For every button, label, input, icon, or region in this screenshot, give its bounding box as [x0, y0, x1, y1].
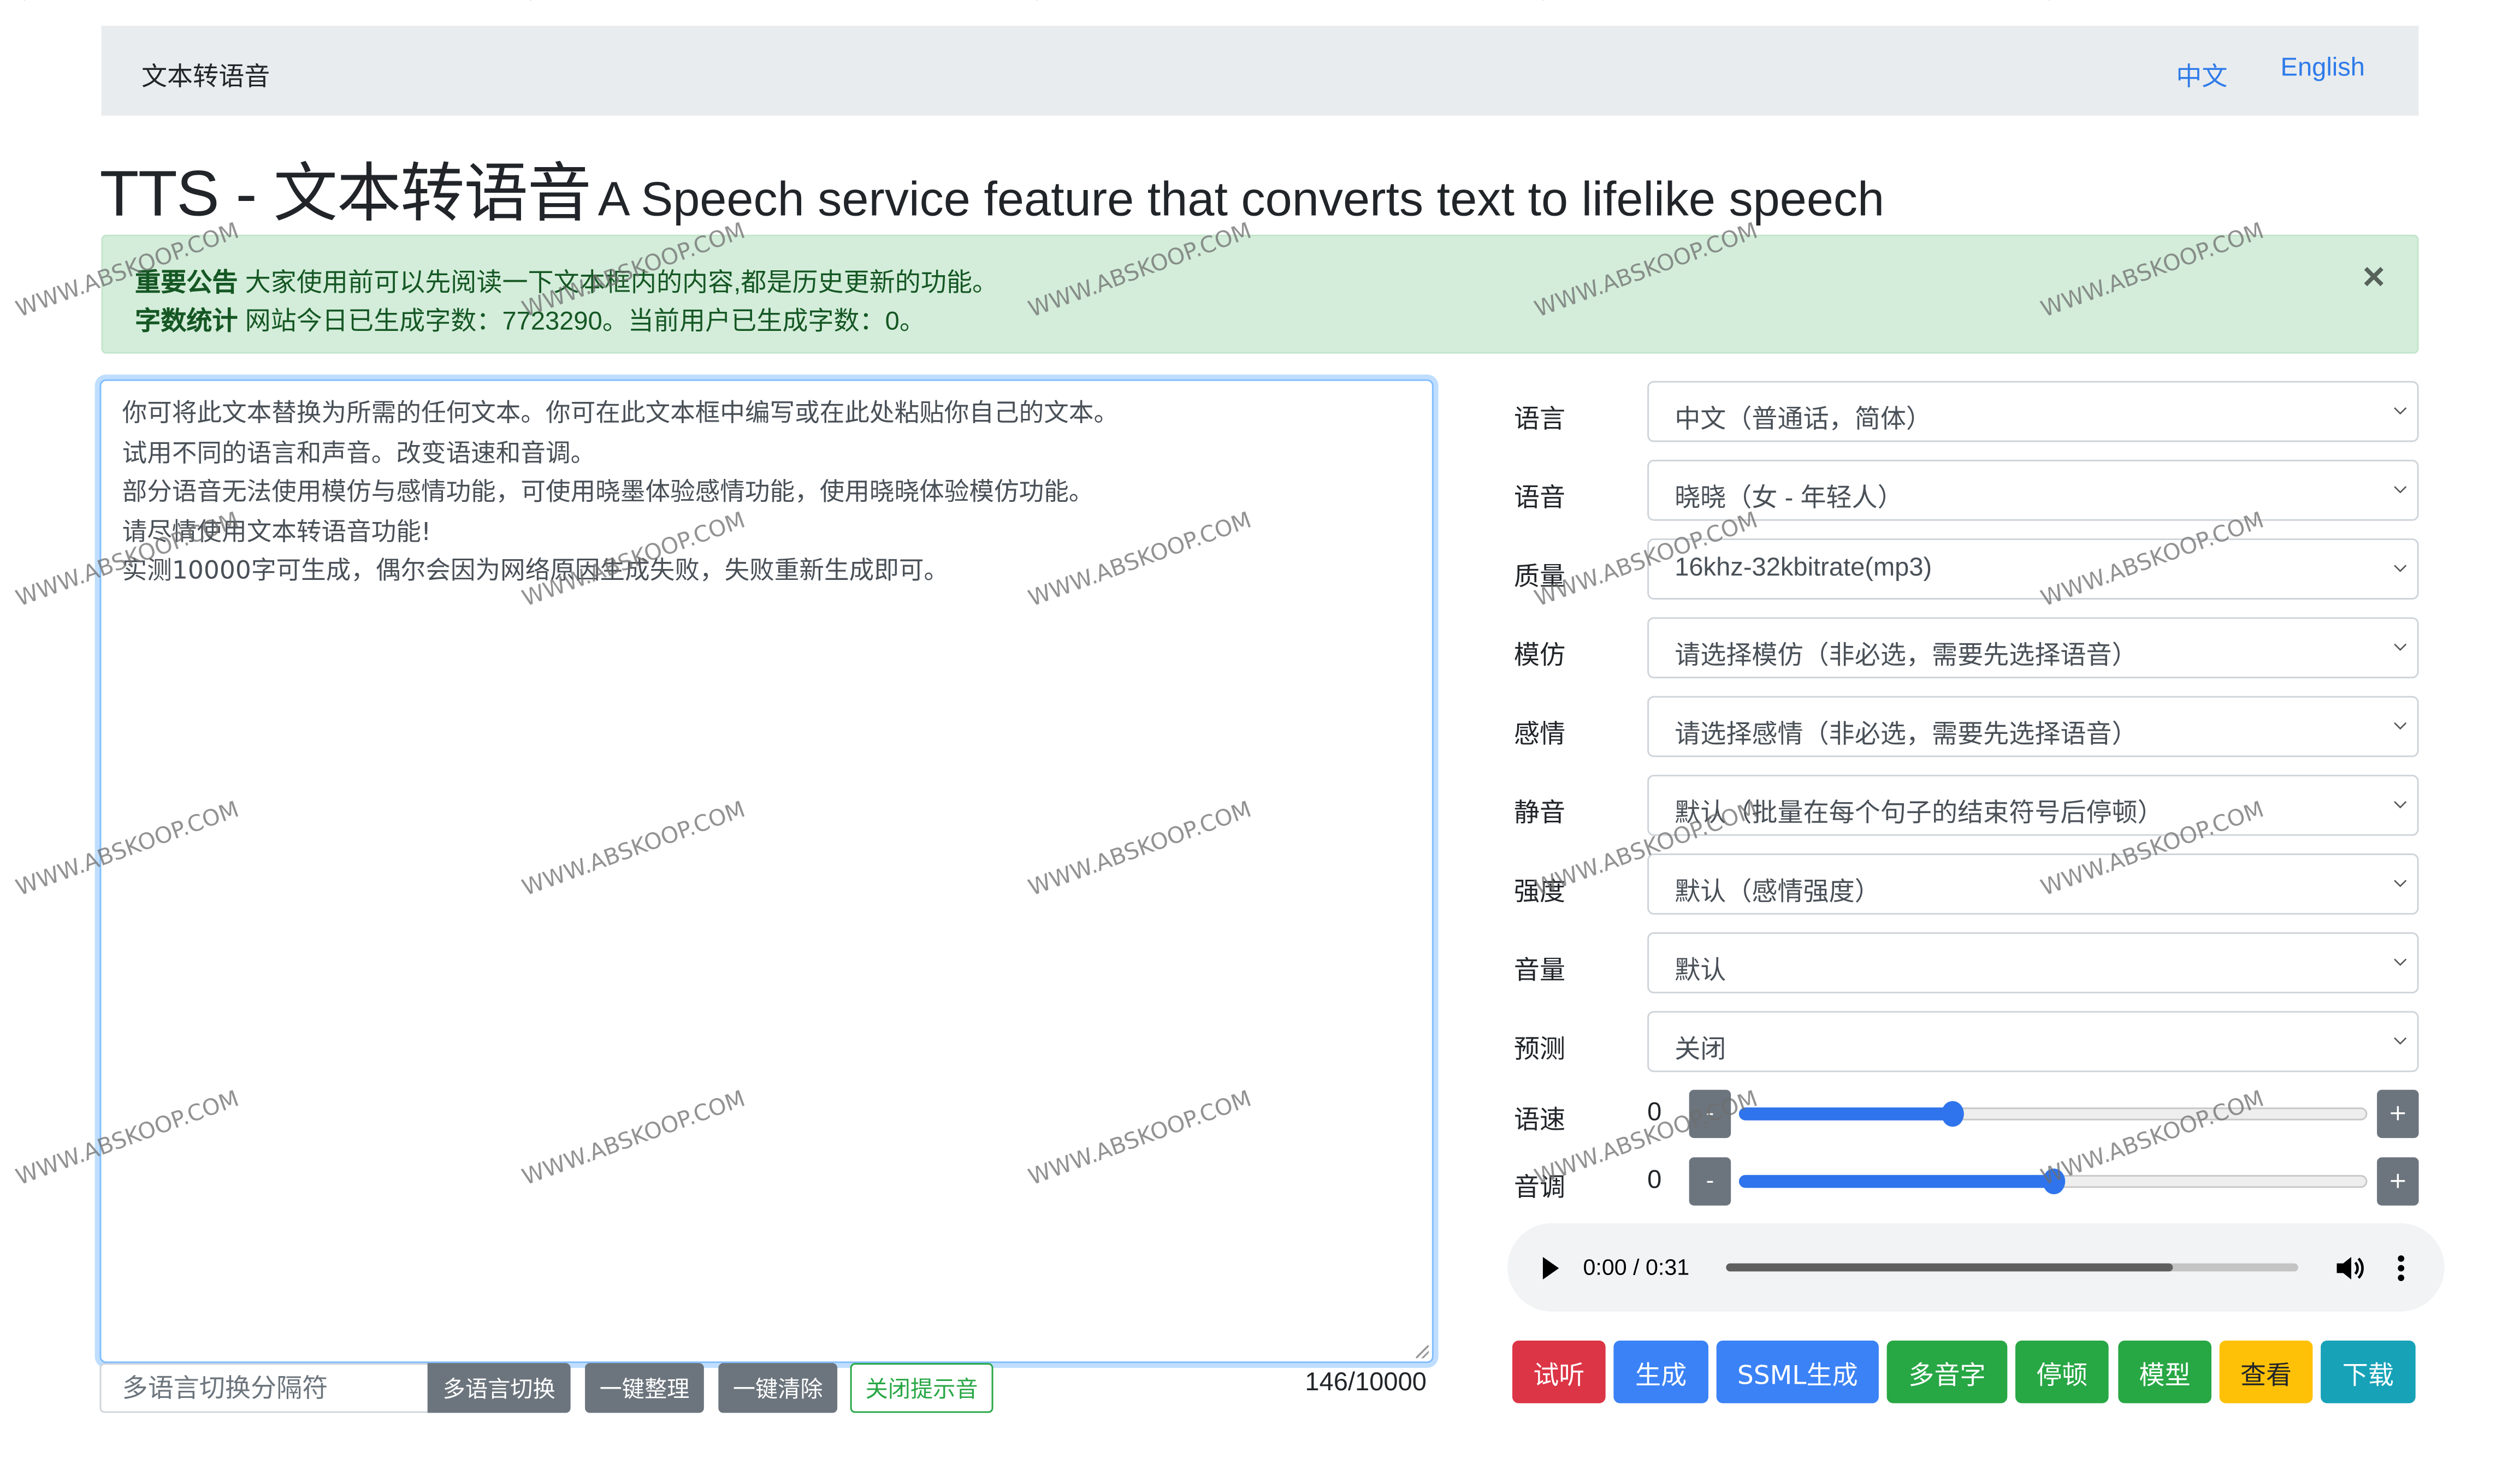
text-input[interactable]: [101, 381, 1432, 1362]
chevron-down-icon: [2394, 643, 2407, 651]
watermark-text: WWW.ABSKOOP.COM: [1531, 0, 1761, 8]
speed-slider-row: 语速 0 - +: [1513, 1089, 2419, 1139]
resize-handle[interactable]: [1416, 1345, 1429, 1359]
alert-notice-label: 重要公告: [135, 270, 238, 298]
play-icon[interactable]: [1542, 1256, 1559, 1280]
pitch-slider-fill: [1738, 1175, 2052, 1188]
volume-select[interactable]: 默认: [1647, 932, 2419, 994]
emotion-select-value: 请选择感情（非必选，需要先选择语音）: [1675, 721, 2138, 749]
silence-select-value: 默认（批量在每个句子的结束符号后停顿）: [1675, 800, 2163, 828]
navbar: 文本转语音 中文 English: [101, 26, 2419, 116]
speed-slider[interactable]: [1738, 1101, 2368, 1127]
pitch-slider[interactable]: [1738, 1168, 2368, 1195]
language-label: 语言: [1513, 406, 1566, 434]
chevron-down-icon: [2394, 1037, 2407, 1045]
audio-buffered: [1726, 1263, 2173, 1272]
voice-select-value: 晓晓（女 - 年轻人）: [1675, 485, 1903, 513]
alert-notice-text: 大家使用前可以先阅读一下文本框内的内容,都是历史更新的功能。: [245, 270, 998, 298]
view-button[interactable]: 查看: [2219, 1340, 2313, 1403]
chevron-down-icon: [2394, 407, 2407, 415]
prediction-select[interactable]: 关闭: [1647, 1011, 2419, 1072]
page-title-main: TTS - 文本转语音: [99, 159, 591, 230]
quality-select-value: 16khz-32kbitrate(mp3): [1675, 554, 1932, 582]
character-count: 146/10000: [1305, 1369, 1427, 1397]
chevron-down-icon: [2394, 880, 2407, 887]
more-options-icon[interactable]: [2394, 1252, 2407, 1284]
silence-select[interactable]: 默认（批量在每个句子的结束符号后停顿）: [1647, 774, 2419, 836]
preview-button[interactable]: 试听: [1512, 1340, 1606, 1403]
voice-select[interactable]: 晓晓（女 - 年轻人）: [1647, 459, 2419, 521]
speed-increase-button[interactable]: +: [2377, 1089, 2419, 1139]
quality-select[interactable]: 16khz-32kbitrate(mp3): [1647, 538, 2419, 600]
chevron-down-icon: [2394, 801, 2407, 809]
intensity-label: 强度: [1513, 879, 1566, 907]
watermark-text: WWW.ABSKOOP.COM: [519, 0, 748, 8]
lang-link-chinese[interactable]: 中文: [2176, 55, 2227, 93]
silence-label: 静音: [1513, 800, 1566, 828]
language-separator-input[interactable]: [99, 1363, 428, 1413]
multi-language-switch-button[interactable]: 多语言切换: [427, 1363, 571, 1413]
audio-seek-bar[interactable]: [1726, 1263, 2298, 1272]
ssml-generate-button[interactable]: SSML生成: [1716, 1340, 1879, 1403]
speed-value: 0: [1647, 1099, 1662, 1127]
download-button[interactable]: 下载: [2321, 1340, 2416, 1403]
watermark-text: WWW.ABSKOOP.COM: [1025, 0, 1255, 8]
audio-player: 0:00 / 0:31: [1507, 1223, 2445, 1312]
alert-stats-label: 字数统计: [135, 309, 238, 336]
intensity-select-value: 默认（感情强度）: [1675, 879, 1880, 907]
speed-label: 语速: [1513, 1107, 1566, 1135]
alert-stats-text: 网站今日已生成字数：7723290。当前用户已生成字数：0。: [245, 309, 925, 336]
clear-button[interactable]: 一键清除: [718, 1363, 838, 1413]
speed-decrease-button[interactable]: -: [1689, 1089, 1731, 1139]
generate-button[interactable]: 生成: [1613, 1340, 1708, 1403]
style-label: 模仿: [1513, 643, 1566, 671]
model-button[interactable]: 模型: [2118, 1340, 2212, 1403]
audio-time: 0:00 / 0:31: [1583, 1254, 1690, 1280]
alert-notice: 重要公告 大家使用前可以先阅读一下文本框内的内容,都是历史更新的功能。: [135, 260, 998, 299]
language-select-value: 中文（普通话，简体）: [1675, 406, 1932, 434]
tidy-button[interactable]: 一键整理: [585, 1363, 704, 1413]
lang-link-english[interactable]: English: [2281, 55, 2365, 84]
quality-label: 质量: [1513, 564, 1566, 592]
emotion-label: 感情: [1513, 721, 1566, 749]
announcement-alert: 重要公告 大家使用前可以先阅读一下文本框内的内容,都是历史更新的功能。 字数统计…: [101, 234, 2419, 354]
pitch-label: 音调: [1513, 1175, 1566, 1202]
speed-slider-thumb[interactable]: [1942, 1101, 1965, 1127]
watermark-text: WWW.ABSKOOP.COM: [13, 0, 242, 8]
style-select[interactable]: 请选择模仿（非必选，需要先选择语音）: [1647, 617, 2419, 679]
text-input-container: [99, 379, 1434, 1364]
page-title: TTS - 文本转语音 A Speech service feature tha…: [99, 141, 1884, 235]
alert-stats: 字数统计 网站今日已生成字数：7723290。当前用户已生成字数：0。: [135, 299, 925, 338]
navbar-brand[interactable]: 文本转语音: [141, 55, 270, 93]
chevron-down-icon: [2394, 722, 2407, 730]
volume-label: 音量: [1513, 958, 1566, 986]
pause-button[interactable]: 停顿: [2015, 1340, 2109, 1403]
page: 文本转语音 中文 English TTS - 文本转语音 A Speech se…: [0, 0, 2520, 1482]
page-title-subtitle: A Speech service feature that converts t…: [598, 173, 1885, 227]
chevron-down-icon: [2394, 486, 2407, 494]
speed-slider-fill: [1738, 1107, 1952, 1121]
pitch-value: 0: [1647, 1167, 1662, 1195]
pitch-slider-row: 音调 0 - +: [1513, 1157, 2419, 1206]
emotion-select[interactable]: 请选择感情（非必选，需要先选择语音）: [1647, 696, 2419, 757]
watermark-text: WWW.ABSKOOP.COM: [2038, 0, 2267, 8]
language-select[interactable]: 中文（普通话，简体）: [1647, 381, 2419, 442]
intensity-select[interactable]: 默认（感情强度）: [1647, 853, 2419, 915]
prediction-label: 预测: [1513, 1036, 1566, 1064]
pitch-decrease-button[interactable]: -: [1689, 1157, 1731, 1206]
chevron-down-icon: [2394, 565, 2407, 572]
polyphone-button[interactable]: 多音字: [1886, 1340, 2008, 1403]
volume-icon[interactable]: [2334, 1252, 2366, 1284]
style-select-value: 请选择模仿（非必选，需要先选择语音）: [1675, 643, 2138, 671]
pitch-slider-thumb[interactable]: [2042, 1168, 2064, 1195]
pitch-increase-button[interactable]: +: [2377, 1157, 2419, 1206]
mute-tip-sound-button[interactable]: 关闭提示音: [850, 1363, 993, 1413]
voice-label: 语音: [1513, 485, 1566, 513]
volume-select-value: 默认: [1675, 958, 1726, 986]
prediction-select-value: 关闭: [1675, 1036, 1726, 1064]
close-icon[interactable]: ×: [2363, 258, 2385, 298]
chevron-down-icon: [2394, 958, 2407, 966]
